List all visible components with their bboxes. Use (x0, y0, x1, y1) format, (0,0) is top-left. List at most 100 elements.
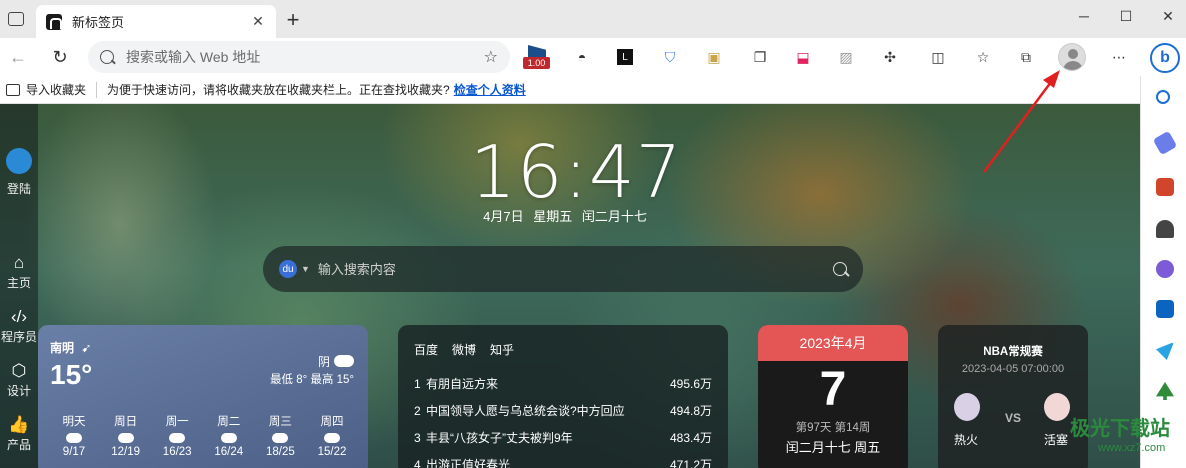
extension-tv-icon[interactable]: ⬓ (793, 47, 813, 67)
search-box[interactable]: du ▼ (263, 246, 863, 292)
rail-design-label: 设计 (6, 384, 31, 398)
rail-product[interactable]: 👍 产品 (0, 414, 38, 453)
tab-actions-icon[interactable] (8, 12, 24, 26)
rain-cloud-icon (220, 433, 237, 443)
hot-count: 483.4万 (669, 431, 712, 445)
calendar-day: 7 (819, 363, 847, 416)
outlook-icon[interactable] (1156, 300, 1174, 318)
extension-l-icon[interactable]: L (617, 49, 633, 65)
office-icon[interactable] (1156, 260, 1174, 278)
forecast-day: 周三 18/25 (256, 413, 304, 458)
cube-icon: ⬡ (11, 361, 27, 380)
rain-cloud-icon (272, 433, 289, 443)
tab-zhihu[interactable]: 知乎 (490, 341, 514, 358)
rail-programmer-label: 程序员 (0, 330, 37, 344)
hot-title: 出游正值好春光 (426, 458, 511, 468)
calendar-month: 2023年4月 (758, 325, 908, 361)
code-icon: ‹/› (10, 307, 28, 326)
hot-index: 2 (414, 403, 421, 418)
hot-index: 3 (414, 430, 421, 445)
location-arrow-icon: ➹ (81, 341, 92, 355)
tools-icon[interactable] (1156, 178, 1174, 196)
split-screen-icon[interactable]: ◫ (928, 47, 948, 67)
rail-product-label: 产品 (6, 438, 31, 452)
search-icon[interactable] (1156, 90, 1170, 104)
thumbs-up-icon: 👍 (8, 415, 30, 434)
chevron-down-icon[interactable]: ▼ (301, 264, 310, 274)
nba-home-team: 热火 (954, 433, 979, 447)
watermark-logo: 极光下载站 (1070, 418, 1170, 440)
list-item[interactable]: 4 出游正值好春光 471.2万 (414, 451, 712, 468)
minimize-button[interactable]: ─ (1074, 8, 1094, 24)
forecast-day: 周一 16/23 (153, 413, 201, 458)
forecast-day-label: 周一 (165, 416, 189, 428)
rail-design[interactable]: ⬡ 设计 (0, 360, 38, 399)
close-window-button[interactable]: ✕ (1158, 8, 1178, 25)
check-profile-link[interactable]: 检查个人资料 (454, 81, 526, 98)
rail-programmer[interactable]: ‹/› 程序员 (0, 306, 38, 345)
bing-chat-icon[interactable]: b (1150, 43, 1180, 73)
back-icon[interactable]: ← (6, 45, 30, 69)
left-rail: 登陆 ⌂ 主页 ‹/› 程序员 ⬡ 设计 👍 产品 (0, 104, 38, 468)
address-bar[interactable]: ☆ (88, 41, 510, 73)
add-favorite-icon[interactable]: ☆ (484, 47, 498, 67)
import-favorites-button[interactable]: 导入收藏夹 (26, 81, 86, 98)
extension-glasses-icon[interactable]: ◓ (572, 47, 592, 67)
rail-home[interactable]: ⌂ 主页 (0, 252, 38, 291)
divider (96, 81, 98, 98)
close-icon[interactable]: ✕ (250, 13, 266, 30)
weather-city-row: 南明 ➹ (50, 339, 356, 356)
cloud-icon (334, 355, 354, 367)
extension-shield-icon[interactable]: ⛉ (660, 47, 680, 67)
tab-new-tab[interactable]: 新标签页 ✕ (36, 5, 276, 38)
hot-title: 中国领导人愿与乌总统会谈?中方回应 (426, 404, 625, 418)
extension-clipboard-icon[interactable]: ❐ (750, 47, 770, 67)
rail-login[interactable]: 登陆 (0, 148, 38, 197)
edge-sidebar (1140, 76, 1186, 468)
forecast-day: 周二 16/24 (205, 413, 253, 458)
baidu-engine-icon[interactable]: du (279, 260, 297, 278)
hot-count: 471.2万 (669, 458, 712, 468)
weather-card[interactable]: 南明 ➹ 15° 阴 最低 8° 最高 15° 明天 9/17 周日 12/19 周… (38, 325, 368, 468)
refresh-icon[interactable]: ↻ (48, 45, 72, 69)
hot-index: 1 (414, 376, 421, 391)
calendar-card[interactable]: 2023年4月 7 第97天 第14周 闰二月十七 周五 (758, 325, 908, 468)
list-item[interactable]: 3 丰县“八孩女子”丈夫被判9年 483.4万 (414, 424, 712, 451)
tab-weibo[interactable]: 微博 (452, 341, 476, 358)
more-menu-icon[interactable]: ⋯ (1109, 47, 1129, 67)
extension-image-icon[interactable]: ▣ (704, 47, 724, 67)
storm-cloud-icon (323, 433, 340, 443)
extension-picture-icon[interactable]: ▨ (836, 47, 856, 67)
tree-icon[interactable] (1156, 382, 1174, 400)
rail-login-label: 登陆 (6, 182, 31, 196)
home-icon: ⌂ (13, 253, 25, 272)
weather-temp: 15° (50, 359, 93, 390)
games-icon[interactable] (1156, 220, 1174, 238)
new-tab-button[interactable]: + (283, 7, 303, 33)
forecast-day: 周四 15/22 (308, 413, 356, 458)
forecast-temp: 9/17 (62, 446, 86, 458)
search-icon[interactable] (833, 262, 847, 276)
nba-card[interactable]: NBA常规赛 2023-04-05 07:00:00 VS 热火 活塞 (938, 325, 1088, 468)
import-favorites-icon[interactable] (6, 83, 20, 96)
hot-index: 4 (414, 457, 421, 468)
list-item[interactable]: 1 有朋自远方来 495.6万 (414, 370, 712, 397)
tab-baidu[interactable]: 百度 (414, 341, 438, 358)
weather-condition: 阴 (317, 355, 330, 369)
send-icon[interactable] (1156, 342, 1174, 360)
annotation-arrow-icon (982, 70, 1060, 173)
nba-datetime: 2023-04-05 07:00:00 (961, 363, 1065, 375)
list-item[interactable]: 2 中国领导人愿与乌总统会谈?中方回应 494.8万 (414, 397, 712, 424)
tab-title: 新标签页 (72, 15, 125, 30)
maximize-button[interactable]: ☐ (1116, 8, 1136, 25)
rail-home-label: 主页 (6, 276, 31, 290)
forecast-list: 明天 9/17 周日 12/19 周一 16/23 周二 16/24 周三 18/25 周… (50, 413, 356, 458)
cloud-icon (169, 433, 186, 443)
forecast-day: 周日 12/19 (102, 413, 150, 458)
address-input[interactable] (126, 49, 446, 65)
shopping-tag-icon[interactable] (1152, 130, 1178, 156)
extension-flag-icon[interactable] (528, 45, 546, 57)
hot-search-card: 百度 微博 知乎 1 有朋自远方来 495.6万 2 中国领导人愿与乌总统会谈?中方回… (398, 325, 728, 468)
search-input[interactable] (317, 261, 833, 277)
extensions-puzzle-icon[interactable]: ✣ (880, 47, 900, 67)
